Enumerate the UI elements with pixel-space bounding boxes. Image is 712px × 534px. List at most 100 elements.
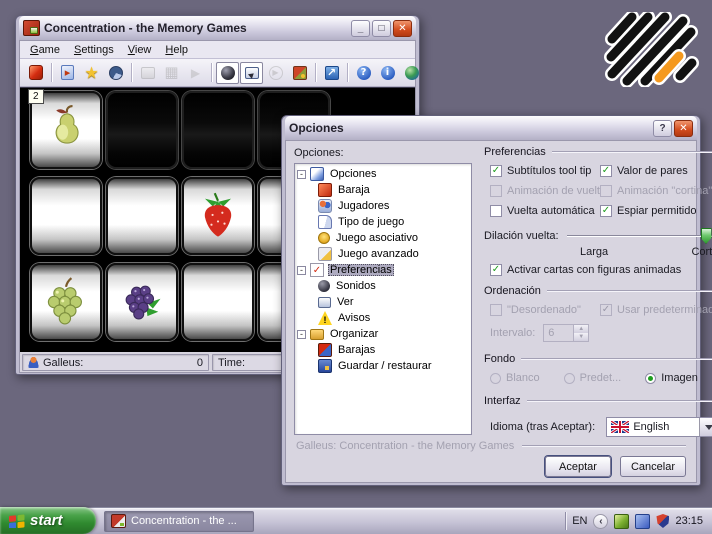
card-r1c2-dark[interactable]: [106, 91, 178, 169]
dialog-footer: Galleus: Concentration - the Memory Game…: [296, 440, 686, 452]
fullscreen-button[interactable]: ↗: [320, 62, 343, 84]
card-r3c3-white[interactable]: [182, 263, 254, 341]
tree-item-opciones[interactable]: -Opciones: [297, 166, 469, 182]
taskbar-item-concentration[interactable]: Concentration - the ...: [104, 511, 254, 532]
tree-item-barajas[interactable]: Barajas: [297, 342, 469, 358]
tree-item-preferencias[interactable]: -Preferencias: [297, 262, 469, 278]
tree-item-label: Barajas: [336, 344, 377, 356]
tree-item-juego-asociativo[interactable]: Juego asociativo: [297, 230, 469, 246]
play-circle-icon: ▶: [269, 66, 283, 80]
tree-item-juego-avanzado[interactable]: Juego avanzado: [297, 246, 469, 262]
new-game-button[interactable]: [24, 62, 47, 84]
start-button[interactable]: start: [0, 507, 96, 534]
tree-item-guardar-restaurar[interactable]: Guardar / restaurar: [297, 358, 469, 374]
card-r2c2-white[interactable]: [106, 177, 178, 255]
tree-item-tipo-de-juego[interactable]: Tipo de juego: [297, 214, 469, 230]
info-button[interactable]: i: [376, 62, 399, 84]
menu-settings[interactable]: Settings: [68, 43, 120, 57]
checkbox-box[interactable]: [490, 165, 502, 177]
minimize-button[interactable]: _: [351, 20, 370, 37]
tree-item-avisos[interactable]: Avisos: [297, 310, 469, 326]
radio-label: Imagen: [661, 372, 698, 384]
accept-button[interactable]: Aceptar: [545, 456, 611, 477]
tree-expander-icon[interactable]: -: [297, 330, 306, 339]
tree-item-organizar[interactable]: -Organizar: [297, 326, 469, 342]
tree-item-label: Ver: [335, 296, 356, 308]
interval-label: Intervalo:: [490, 327, 535, 339]
cards-warn-button[interactable]: [288, 62, 311, 84]
checkbox-box: [490, 185, 502, 197]
tree-item-jugadores[interactable]: Jugadores: [297, 198, 469, 214]
tree-expander-icon[interactable]: -: [297, 170, 306, 179]
time-label: Time:: [218, 357, 245, 369]
pie-button[interactable]: [104, 62, 127, 84]
radio-label: Blanco: [506, 372, 540, 384]
tray-shield-icon[interactable]: [656, 514, 669, 528]
checkbox-box[interactable]: [490, 205, 502, 217]
checkbox-valor-de-pares[interactable]: Valor de pares: [600, 165, 712, 177]
radio-circle[interactable]: [645, 373, 656, 384]
tray-divider: [565, 512, 566, 530]
checkbox-box[interactable]: [600, 165, 612, 177]
radio-imagen[interactable]: Imagen: [645, 372, 698, 384]
checkbox-activar-cartas-animadas[interactable]: Activar cartas con figuras animadas: [490, 264, 712, 276]
card-r3c1-grapes[interactable]: [30, 263, 102, 341]
globe-button[interactable]: [400, 62, 423, 84]
menu-help[interactable]: Help: [159, 43, 194, 57]
card-r3c2-blackberry[interactable]: [106, 263, 178, 341]
speaker-button[interactable]: [216, 62, 239, 84]
maximize-button[interactable]: □: [372, 20, 391, 37]
menu-view[interactable]: View: [122, 43, 158, 57]
tree-item-ver[interactable]: Ver: [297, 294, 469, 310]
card-r1c3-dark[interactable]: [182, 91, 254, 169]
dialog-titlebar[interactable]: Opciones ? ✕: [285, 116, 697, 140]
card-r2c3-strawberry[interactable]: [182, 177, 254, 255]
dialog-close-button[interactable]: ✕: [674, 120, 693, 137]
toolbar: ▸★▦▶▶↗?i: [20, 59, 415, 87]
help-button[interactable]: ?: [352, 62, 375, 84]
play-button: ▶: [184, 62, 207, 84]
checkbox-subt-tulos-tool-tip[interactable]: Subtítulos tool tip: [490, 165, 596, 177]
desktop: Concentration - the Memory Games _ □ ✕ G…: [0, 0, 712, 534]
checkbox-box[interactable]: [600, 205, 612, 217]
card-r2c1-white[interactable]: [30, 177, 102, 255]
star-button[interactable]: ★: [80, 62, 103, 84]
spinner-down-icon: ▼: [574, 333, 588, 341]
checkbox-box: [600, 185, 612, 197]
tree-item-baraja[interactable]: Baraja: [297, 182, 469, 198]
delay-label: Dilación vuelta:: [484, 230, 559, 242]
pie-icon: [109, 66, 123, 80]
chevron-down-icon: [705, 425, 712, 434]
dialog-help-button[interactable]: ?: [653, 120, 672, 137]
tray-collapse-chevron-icon[interactable]: ‹: [593, 514, 608, 529]
sounds-icon: [318, 280, 330, 292]
tray-icon-2[interactable]: [635, 514, 650, 529]
checkbox-label: Subtítulos tool tip: [507, 165, 591, 177]
menu-game[interactable]: Game: [24, 43, 66, 57]
gametype-icon: [318, 215, 332, 229]
tree-expander-icon[interactable]: -: [297, 266, 306, 275]
tree-item-sonidos[interactable]: Sonidos: [297, 278, 469, 294]
combo-dropdown-button[interactable]: [699, 418, 712, 436]
checkbox-box[interactable]: [490, 264, 502, 276]
task-app-icon: [111, 514, 126, 528]
delay-slider[interactable]: [567, 227, 712, 245]
cards-warn-icon: [293, 66, 307, 80]
checkbox-vuelta-autom-tica[interactable]: Vuelta automática: [490, 205, 596, 217]
language-combo[interactable]: English: [606, 417, 712, 437]
card-go-button[interactable]: ▸: [56, 62, 79, 84]
delay-slider-thumb[interactable]: [701, 228, 712, 244]
cancel-button[interactable]: Cancelar: [620, 456, 686, 477]
player-label: Galleus:: [43, 357, 83, 369]
checkbox-box: [600, 304, 612, 316]
player-score: 0: [197, 357, 203, 369]
player-icon: [28, 357, 39, 368]
checkbox-espiar-permitido[interactable]: Espiar permitido: [600, 205, 712, 217]
group-ordering: Ordenación: [484, 285, 712, 297]
language-indicator[interactable]: EN: [572, 515, 587, 527]
tray-icon-1[interactable]: [614, 514, 629, 529]
monitor-button[interactable]: [240, 62, 263, 84]
close-button[interactable]: ✕: [393, 20, 412, 37]
radio-circle: [490, 373, 501, 384]
main-titlebar[interactable]: Concentration - the Memory Games _ □ ✕: [19, 16, 416, 40]
